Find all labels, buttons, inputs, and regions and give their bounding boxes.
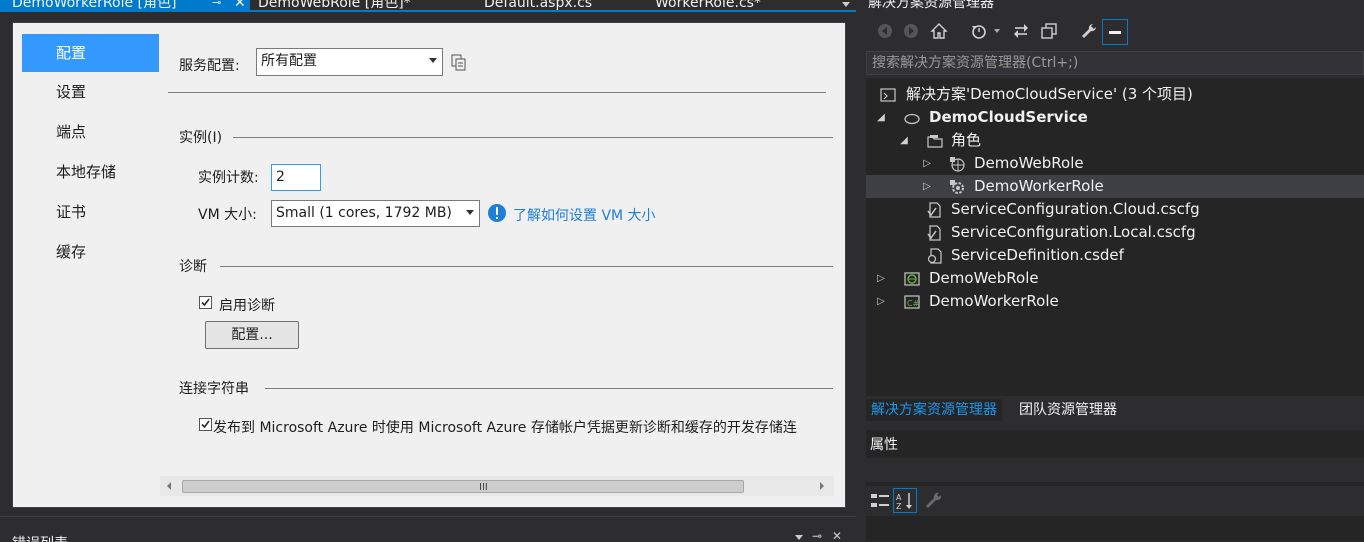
- scroll-right-icon[interactable]: [820, 482, 824, 490]
- properties-toolbar: AZ: [866, 486, 1364, 516]
- nav-item-settings[interactable]: 设置: [22, 73, 159, 111]
- tree-item-role-demoworkerrole[interactable]: ▷ DemoWorkerRole: [866, 175, 1364, 198]
- chevron-down-icon: [466, 210, 474, 215]
- tree-item-roles-folder[interactable]: ◢ 角色: [866, 129, 1364, 152]
- properties-panel: 属性 AZ: [866, 430, 1364, 541]
- svg-text:Z: Z: [896, 502, 902, 511]
- connection-section-title: 连接字符串: [179, 381, 249, 397]
- horizontal-scrollbar[interactable]: III: [160, 476, 834, 496]
- explorer-tab-strip: 解决方案资源管理器 团队资源管理器: [866, 396, 1364, 422]
- scrollbar-thumb[interactable]: III: [182, 480, 744, 493]
- checkmark-icon: [201, 298, 210, 307]
- web-role-icon: [950, 157, 965, 172]
- nav-item-caching[interactable]: 缓存: [22, 233, 159, 271]
- tree-item-democloudservice[interactable]: ◢ DemoCloudService: [866, 106, 1364, 129]
- tree-item-role-demowebrole[interactable]: ▷ DemoWebRole: [866, 152, 1364, 175]
- alphabetical-button[interactable]: AZ: [893, 488, 917, 513]
- tab-solution-explorer[interactable]: 解决方案资源管理器: [866, 399, 1002, 421]
- preview-selected-button[interactable]: [1102, 19, 1128, 45]
- use-storage-credentials-label: 发布到 Microsoft Azure 时使用 Microsoft Azure …: [213, 420, 797, 436]
- svg-text:A: A: [896, 493, 902, 502]
- chevron-down-icon[interactable]: [994, 29, 1000, 33]
- nav-item-endpoints[interactable]: 端点: [22, 113, 159, 151]
- scroll-left-icon[interactable]: [167, 482, 171, 490]
- collapse-all-icon[interactable]: [1040, 22, 1058, 40]
- collapsed-icon[interactable]: ▷: [876, 290, 886, 313]
- folder-icon: [927, 135, 943, 148]
- panel-menu-icon[interactable]: [795, 535, 803, 540]
- close-icon[interactable]: ✕: [832, 529, 842, 542]
- expanded-icon[interactable]: ◢: [899, 129, 909, 152]
- config-file-icon: [927, 225, 941, 241]
- solution-explorer-toolbar: [864, 14, 1364, 48]
- properties-object-selector[interactable]: [866, 458, 1364, 482]
- manage-configs-icon[interactable]: [451, 54, 467, 72]
- expanded-icon[interactable]: ◢: [876, 106, 886, 129]
- tab-team-explorer[interactable]: 团队资源管理器: [1014, 399, 1122, 421]
- divider: [168, 92, 826, 93]
- home-icon[interactable]: [930, 22, 948, 40]
- history-icon[interactable]: [970, 22, 988, 40]
- info-icon: [487, 203, 507, 223]
- vm-size-help-link[interactable]: 了解如何设置 VM 大小: [513, 205, 656, 225]
- document-tab-strip: DemoWorkerRole [角色] ⊸ ✕ DemoWebRole [角色]…: [0, 0, 856, 12]
- pin-icon[interactable]: ⊸: [812, 529, 822, 542]
- config-file-icon: [927, 202, 941, 218]
- instances-section-title: 实例(I): [179, 130, 223, 146]
- enable-diagnostics-checkbox[interactable]: [199, 296, 212, 309]
- tab-overflow-icon[interactable]: [842, 2, 850, 7]
- diagnostics-section-title: 诊断: [179, 259, 207, 275]
- forward-icon[interactable]: [902, 22, 920, 40]
- chevron-down-icon: [429, 58, 437, 63]
- checkmark-icon: [201, 420, 210, 429]
- sort-alpha-icon: AZ: [896, 493, 912, 511]
- divider: [233, 137, 833, 138]
- cloud-icon: [904, 113, 920, 125]
- instance-count-label: 实例计数:: [198, 170, 259, 186]
- tree-item-service-definition[interactable]: ServiceDefinition.csdef: [866, 244, 1364, 267]
- categorized-icon[interactable]: [870, 491, 890, 511]
- sync-icon[interactable]: [1012, 22, 1030, 40]
- solution-explorer-title: 解决方案资源管理器: [868, 0, 994, 11]
- nav-item-config[interactable]: 配置: [22, 34, 159, 72]
- tab-underline: [0, 10, 856, 12]
- divider: [265, 388, 833, 389]
- tree-item-project-demowebrole[interactable]: ▷ DemoWebRole: [866, 267, 1364, 290]
- collapsed-icon[interactable]: ▷: [922, 152, 932, 175]
- scrollbar-grip: III: [479, 482, 488, 493]
- dash-icon: [1109, 31, 1121, 34]
- properties-title: 属性: [870, 437, 898, 453]
- service-config-dropdown[interactable]: 所有配置: [256, 48, 443, 76]
- enable-diagnostics-label: 启用诊断: [219, 298, 275, 314]
- nav-item-local-storage[interactable]: 本地存储: [22, 153, 159, 191]
- solution-icon: [880, 88, 896, 102]
- service-config-label: 服务配置:: [179, 58, 240, 74]
- diagnostics-config-button[interactable]: 配置...: [205, 321, 299, 349]
- property-pages-icon[interactable]: [924, 491, 944, 511]
- instance-count-input[interactable]: 2: [271, 164, 321, 191]
- tree-item-solution[interactable]: 解决方案'DemoCloudService' (3 个项目): [866, 83, 1364, 106]
- splitter[interactable]: [856, 0, 866, 541]
- vm-size-label: VM 大小:: [198, 207, 257, 223]
- solution-tree: 解决方案'DemoCloudService' (3 个项目) ◢ DemoClo…: [866, 78, 1364, 396]
- csharp-project-icon: C#: [904, 295, 920, 309]
- tree-item-project-demoworkerrole[interactable]: ▷ C# DemoWorkerRole: [866, 290, 1364, 313]
- use-storage-credentials-checkbox[interactable]: [199, 418, 212, 431]
- web-project-icon: [904, 272, 920, 286]
- tree-item-config-local[interactable]: ServiceConfiguration.Local.cscfg: [866, 221, 1364, 244]
- definition-file-icon: [927, 248, 942, 264]
- nav-item-certificates[interactable]: 证书: [22, 193, 159, 231]
- error-list-panel: 错误列表 ⊸ ✕: [0, 516, 856, 542]
- solution-search-input[interactable]: 搜索解决方案资源管理器(Ctrl+;): [866, 51, 1364, 75]
- vm-size-dropdown[interactable]: Small (1 cores, 1792 MB): [271, 200, 480, 227]
- wrench-icon[interactable]: [1080, 22, 1098, 40]
- designer-nav: 配置 设置 端点 本地存储 证书 缓存: [22, 34, 159, 504]
- divider: [220, 266, 833, 267]
- collapsed-icon[interactable]: ▷: [876, 267, 886, 290]
- back-icon[interactable]: [876, 22, 894, 40]
- tree-item-config-cloud[interactable]: ServiceConfiguration.Cloud.cscfg: [866, 198, 1364, 221]
- svg-text:C#: C#: [907, 299, 920, 308]
- worker-role-icon: [950, 180, 964, 194]
- collapsed-icon[interactable]: ▷: [922, 175, 932, 198]
